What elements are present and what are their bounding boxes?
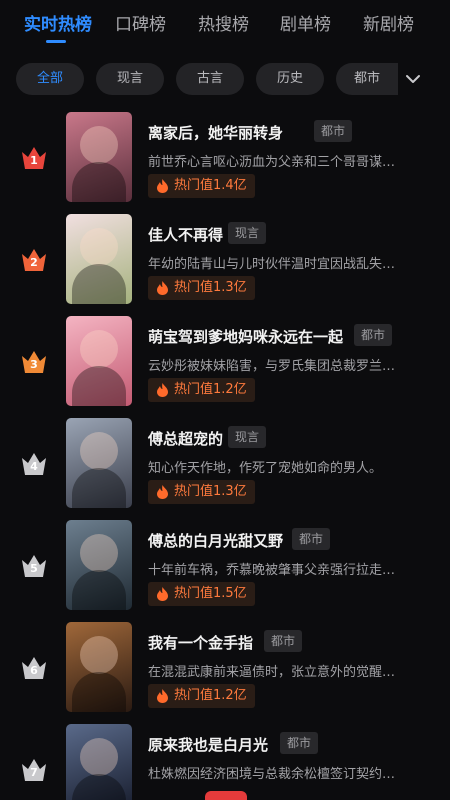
rank-number: 5 — [30, 562, 38, 575]
crown-rank-icon: 2 — [19, 245, 49, 273]
list-item[interactable]: 2 佳人不再得 现言年幼的陆青山与儿时伙伴温时宜因战乱失… 热门值1.3亿 — [0, 214, 450, 316]
crown-rank-icon: 6 — [19, 653, 49, 681]
drama-description: 年幼的陆青山与儿时伙伴温时宜因战乱失… — [148, 257, 396, 272]
flame-icon — [157, 485, 168, 499]
poster-figure-body — [72, 774, 126, 800]
poster-figure-head — [80, 330, 118, 368]
heat-badge: 热门值1.2亿 — [148, 378, 255, 402]
chip-modern-romance[interactable]: 现言 — [96, 63, 164, 95]
flame-icon — [157, 383, 168, 397]
drama-poster[interactable] — [66, 214, 132, 304]
drama-title[interactable]: 傅总超宠的 — [148, 428, 223, 449]
heat-badge: 热门值1.3亿 — [148, 480, 255, 504]
poster-figure-body — [72, 264, 126, 304]
crown-rank-icon: 4 — [19, 449, 49, 477]
genre-tag: 都市 — [280, 732, 319, 754]
rank-number: 1 — [30, 154, 38, 167]
genre-tag: 都市 — [292, 528, 331, 550]
heat-value: 热门值1.3亿 — [174, 484, 247, 499]
flame-icon — [157, 689, 168, 703]
drama-poster[interactable] — [66, 622, 132, 712]
drama-title[interactable]: 佳人不再得 — [148, 224, 223, 245]
heat-badge: 热门值1.4亿 — [148, 174, 255, 198]
chip-urban[interactable]: 都市 — [336, 63, 398, 95]
drama-description: 云妙彤被妹妹陷害，与罗氏集团总裁罗兰… — [148, 359, 396, 374]
drama-description: 前世乔心言呕心沥血为父亲和三个哥哥谋… — [148, 155, 396, 170]
crown-rank-icon: 7 — [19, 755, 49, 783]
list-item[interactable]: 1 离家后，她华丽转身 都市前世乔心言呕心沥血为父亲和三个哥哥谋… 热门值1.4亿 — [0, 112, 450, 214]
chevron-down-icon[interactable] — [400, 68, 426, 90]
tab-playlist[interactable]: 剧单榜 — [280, 10, 331, 35]
rank-number: 3 — [30, 358, 38, 371]
tab-hot-search[interactable]: 热搜榜 — [198, 10, 249, 35]
drama-title[interactable]: 原来我也是白月光 — [148, 734, 268, 755]
drama-description: 在混混武康前来逼债时，张立意外的觉醒… — [148, 665, 396, 680]
poster-figure-head — [80, 228, 118, 266]
active-tab-indicator — [46, 40, 66, 43]
heat-badge: 热门值1.5亿 — [148, 582, 255, 606]
poster-figure-head — [80, 534, 118, 572]
drama-title[interactable]: 萌宝驾到爹地妈咪永远在一起 — [148, 326, 343, 347]
chip-ancient-romance[interactable]: 古言 — [176, 63, 244, 95]
crown-rank-icon: 1 — [19, 143, 49, 171]
rank-number: 7 — [30, 766, 38, 779]
poster-figure-head — [80, 636, 118, 674]
drama-title[interactable]: 我有一个金手指 — [148, 632, 253, 653]
rank-number: 6 — [30, 664, 38, 677]
drama-poster[interactable] — [66, 112, 132, 202]
list-item[interactable]: 3 萌宝驾到爹地妈咪永远在一起 都市云妙彤被妹妹陷害，与罗氏集团总裁罗兰… 热门值1.… — [0, 316, 450, 418]
drama-poster[interactable] — [66, 724, 132, 800]
poster-figure-head — [80, 432, 118, 470]
genre-tag: 现言 — [228, 222, 267, 244]
heat-value: 热门值1.5亿 — [174, 586, 247, 601]
poster-figure-body — [72, 468, 126, 508]
genre-tag: 都市 — [354, 324, 393, 346]
drama-description: 十年前车祸，乔慕晚被肇事父亲强行拉走… — [148, 563, 396, 578]
genre-tag: 现言 — [228, 426, 267, 448]
flame-icon — [157, 587, 168, 601]
drama-title[interactable]: 离家后，她华丽转身 — [148, 122, 283, 143]
drama-poster[interactable] — [66, 520, 132, 610]
floating-button-edge[interactable] — [205, 791, 247, 800]
tab-new-drama[interactable]: 新剧榜 — [363, 10, 414, 35]
poster-figure-body — [72, 162, 126, 202]
list-item[interactable]: 5 傅总的白月光甜又野 都市十年前车祸，乔慕晚被肇事父亲强行拉走… 热门值1.5亿 — [0, 520, 450, 622]
poster-figure-body — [72, 672, 126, 712]
poster-figure-head — [80, 738, 118, 776]
poster-figure-head — [80, 126, 118, 164]
list-item[interactable]: 7 原来我也是白月光 都市杜姝燃因经济困境与总裁余松檀签订契约… — [0, 724, 450, 800]
drama-poster[interactable] — [66, 418, 132, 508]
drama-description: 杜姝燃因经济困境与总裁余松檀签订契约… — [148, 767, 396, 782]
flame-icon — [157, 281, 168, 295]
crown-rank-icon: 5 — [19, 551, 49, 579]
poster-figure-body — [72, 366, 126, 406]
heat-badge: 热门值1.3亿 — [148, 276, 255, 300]
filter-chips: 全部 现言 古言 历史 都市 — [0, 60, 450, 100]
heat-value: 热门值1.4亿 — [174, 178, 247, 193]
flame-icon — [157, 179, 168, 193]
heat-badge: 热门值1.2亿 — [148, 684, 255, 708]
list-item[interactable]: 4 傅总超宠的 现言知心作天作地，作死了宠她如命的男人。热门值1.3亿 — [0, 418, 450, 520]
chip-history[interactable]: 历史 — [256, 63, 324, 95]
rank-number: 4 — [30, 460, 38, 473]
heat-value: 热门值1.2亿 — [174, 688, 247, 703]
drama-poster[interactable] — [66, 316, 132, 406]
tab-word-of-mouth[interactable]: 口碑榜 — [115, 10, 166, 35]
poster-figure-body — [72, 570, 126, 610]
list-item[interactable]: 6 我有一个金手指 都市在混混武康前来逼债时，张立意外的觉醒… 热门值1.2亿 — [0, 622, 450, 724]
ranking-tabs: 实时热榜 口碑榜 热搜榜 剧单榜 新剧榜 — [0, 0, 450, 50]
genre-tag: 都市 — [264, 630, 303, 652]
crown-rank-icon: 3 — [19, 347, 49, 375]
tab-realtime-hot[interactable]: 实时热榜 — [24, 10, 92, 35]
heat-value: 热门值1.2亿 — [174, 382, 247, 397]
drama-description: 知心作天作地，作死了宠她如命的男人。 — [148, 461, 383, 476]
chip-all[interactable]: 全部 — [16, 63, 84, 95]
genre-tag: 都市 — [314, 120, 353, 142]
rank-number: 2 — [30, 256, 38, 269]
drama-title[interactable]: 傅总的白月光甜又野 — [148, 530, 283, 551]
heat-value: 热门值1.3亿 — [174, 280, 247, 295]
